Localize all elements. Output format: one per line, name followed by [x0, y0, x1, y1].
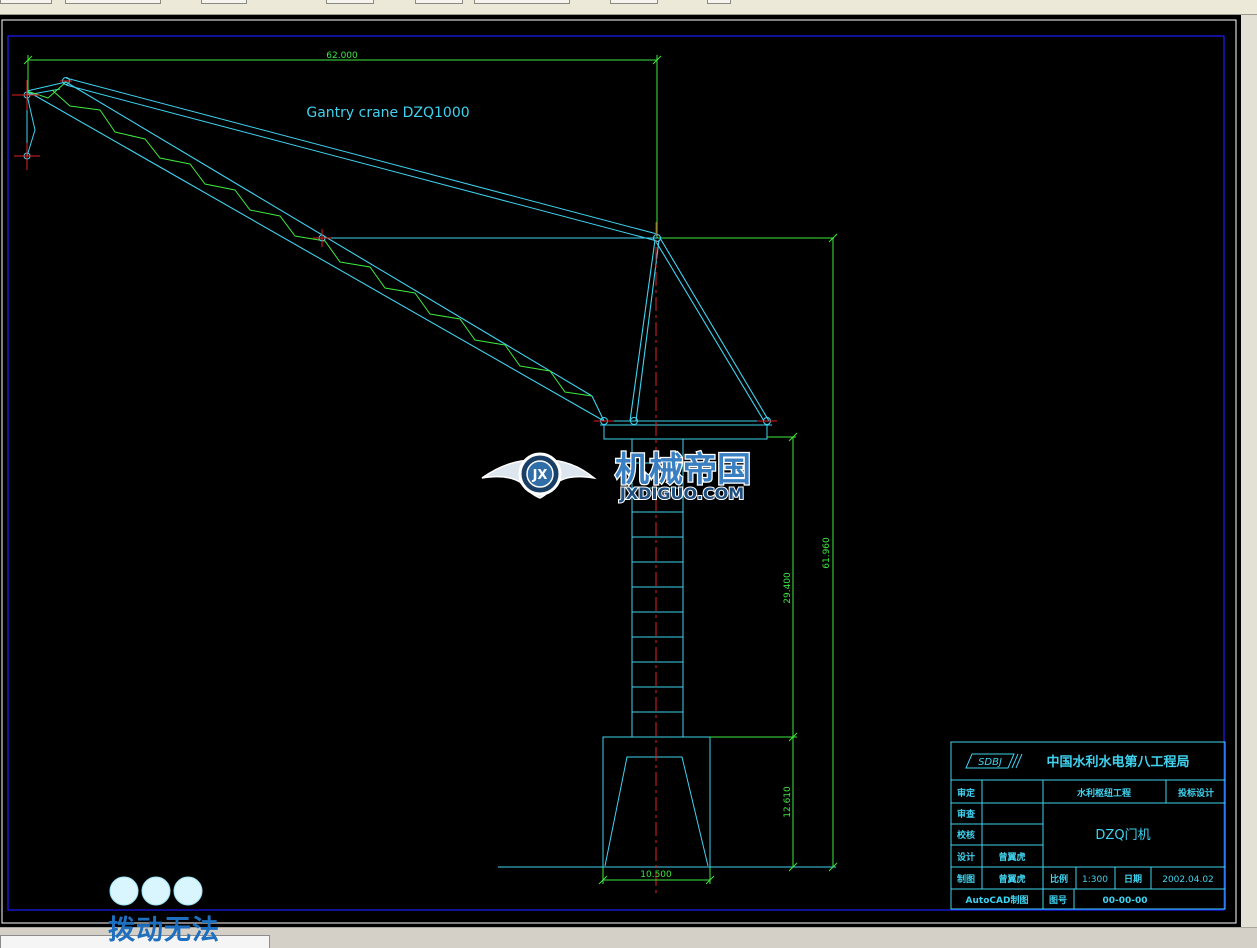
drafter-name: 曾翼虎: [998, 873, 1025, 885]
toolbar-button[interactable]: [326, 0, 374, 4]
boom-tip-markers: [12, 80, 72, 170]
scale-label: 比例: [1050, 873, 1068, 885]
overlay-text: 拨动无法: [108, 915, 220, 946]
draw-label: 制图: [957, 873, 975, 885]
site-watermark: JX 机械帝国 JXDIGUO.COM: [481, 449, 752, 504]
tie-rods: [65, 77, 658, 242]
drawing-title: Gantry crane DZQ1000: [306, 105, 469, 121]
toolbar-button[interactable]: [415, 0, 463, 4]
dim-boom-reach-label: 62.000: [326, 51, 358, 61]
project-name: 水利枢纽工程: [1077, 787, 1131, 799]
drawing-number: 00-00-00: [1102, 896, 1147, 906]
loading-dots: [109, 876, 203, 906]
cad-drawing: Gantry crane DZQ1000 62.000 61.960 29.40…: [1, 19, 1237, 924]
toolbar-button[interactable]: [707, 0, 731, 4]
dim-boom-reach: [23, 55, 662, 238]
site-badge: JX: [532, 468, 548, 483]
check-label: 校核: [957, 829, 975, 841]
boom-chords: [26, 81, 605, 422]
company-name: 中国水利水电第八工程局: [1046, 754, 1189, 770]
vertical-scrollbar[interactable]: [1241, 15, 1257, 927]
dim-portal-height-label: 12.610: [783, 786, 793, 818]
approve-label: 审定: [957, 787, 976, 799]
wing-emblem-icon: JX: [481, 452, 597, 499]
toolbar-button[interactable]: [474, 0, 570, 4]
design-label: 设计: [957, 851, 975, 863]
boom-lattice: [26, 81, 593, 397]
toolbar-button[interactable]: [65, 0, 161, 4]
title-block-logo: SDBJ: [965, 753, 1023, 769]
drawing-name: DZQ门机: [1095, 828, 1150, 843]
date-value: 2002.04.02: [1162, 875, 1214, 885]
number-label: 图号: [1049, 895, 1067, 906]
dim-total-height-label: 61.960: [822, 537, 832, 569]
company-logo-text: SDBJ: [978, 757, 1002, 768]
platform: [603, 424, 796, 440]
site-url: JXDIGUO.COM: [619, 484, 744, 503]
drawing-canvas[interactable]: Gantry crane DZQ1000 62.000 61.960 29.40…: [0, 15, 1242, 927]
scale-value: 1:300: [1082, 875, 1108, 885]
designer-name: 曾翼虎: [998, 851, 1025, 863]
date-label: 日期: [1124, 873, 1142, 885]
dim-portal-width-label: 10.500: [640, 870, 672, 880]
review-label: 审查: [957, 808, 976, 820]
dim-tower-height-label: 29.400: [783, 572, 793, 604]
software-label: AutoCAD制图: [966, 894, 1029, 906]
toolbar-button[interactable]: [610, 0, 658, 4]
a-frame: [600, 233, 772, 426]
toolbar-button[interactable]: [201, 0, 247, 4]
design-stage: 投标设计: [1178, 787, 1214, 799]
toolbar-button[interactable]: [0, 0, 52, 4]
toolbar: [0, 0, 1257, 15]
